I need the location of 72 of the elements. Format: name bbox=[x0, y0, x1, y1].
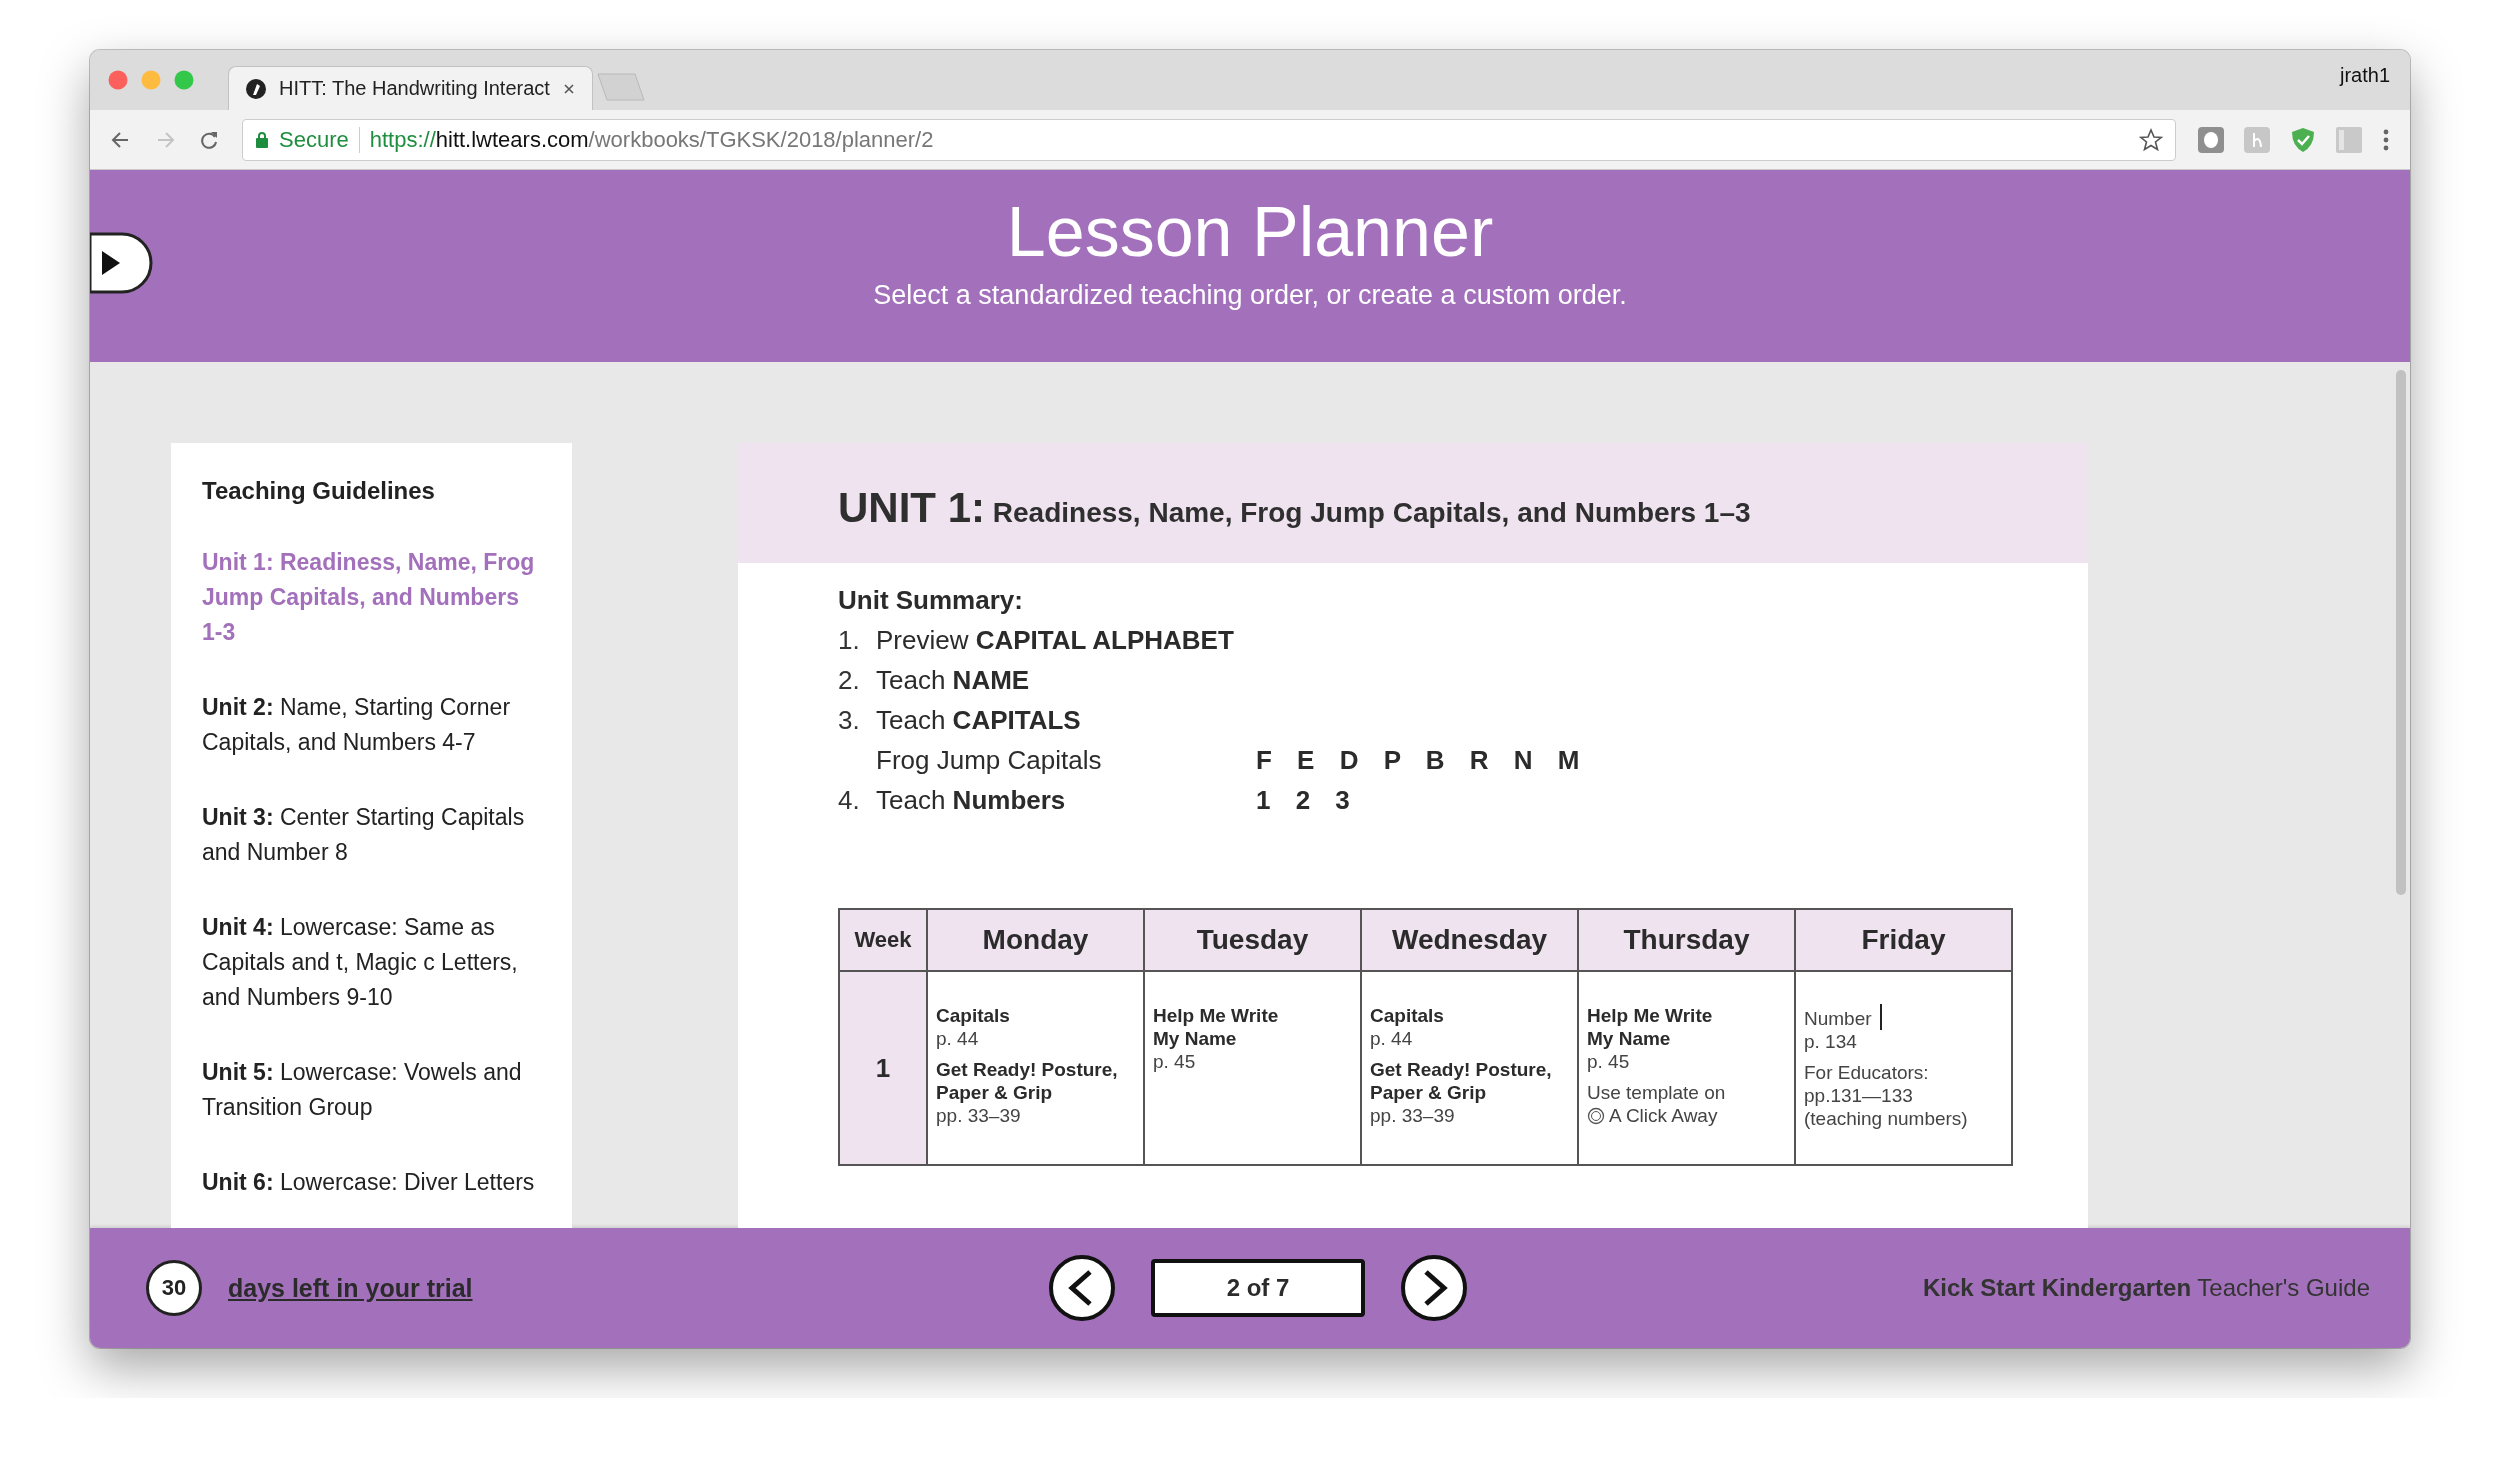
page-reference: p. 45 bbox=[1587, 1050, 1631, 1073]
trial-link[interactable]: days left in your trial bbox=[228, 1273, 473, 1303]
tab-title: HITT: The Handwriting Interact bbox=[279, 77, 550, 100]
lock-icon bbox=[255, 130, 269, 149]
input-text: Number bbox=[1804, 1007, 1872, 1030]
list-number: 3. bbox=[838, 704, 861, 737]
scrollbar[interactable] bbox=[2396, 370, 2406, 895]
sidebar-item[interactable]: Unit 1: Readiness, Name, Frog Jump Capitals, and Numbers 1-3 bbox=[202, 545, 541, 650]
browser-tab[interactable]: HITT: The Handwriting Interact bbox=[228, 66, 593, 110]
text-cursor bbox=[1879, 1004, 1882, 1030]
page-reference: p. 134 bbox=[1804, 1030, 1858, 1053]
summary-item: Teach Numbers bbox=[876, 784, 1067, 817]
window-control-icon[interactable] bbox=[174, 70, 194, 90]
page-reference: p. 45 bbox=[1153, 1050, 1197, 1073]
sidebar-item[interactable]: Unit 3: Center Starting Capitals and Number 8 bbox=[202, 800, 541, 870]
activity-title: Get Ready! Posture, Paper & Grip bbox=[1370, 1058, 1553, 1104]
note-text: Use template on bbox=[1587, 1081, 1727, 1104]
activity-title: Help Me Write My Name bbox=[1587, 1004, 1714, 1050]
sidebar-item[interactable]: Unit 2: Name, Starting Corner Capitals, and Numbers 4-7 bbox=[202, 690, 541, 760]
page-reference: pp. 33–39 bbox=[1370, 1104, 1456, 1127]
book-title: Kick Start Kindergarten Teacher's Guide bbox=[1922, 1274, 2370, 1302]
list-number: 2. bbox=[838, 664, 861, 697]
sidebar-title: Teaching Guidelines bbox=[202, 477, 436, 505]
page-reference: p. 44 bbox=[1370, 1027, 1414, 1050]
badge-icon bbox=[1587, 1106, 1605, 1125]
page-title: Lesson Planner bbox=[1006, 192, 1494, 273]
previous-button[interactable] bbox=[1047, 1254, 1117, 1322]
note-text: For Educators: pp.131—133 (teaching numbers) bbox=[1804, 1061, 1969, 1130]
sidebar-item[interactable]: Unit 5: Lowercase: Vowels and Transition Group bbox=[202, 1055, 541, 1125]
summary-subitem: Frog Jump Capitals bbox=[876, 744, 1103, 777]
profile-name[interactable]: jrath1 bbox=[2339, 64, 2390, 87]
url-text: https://hitt.lwtears.com/workbooks/TGKSK/2018/planner/2 bbox=[369, 126, 935, 153]
column-header: Friday bbox=[1795, 909, 2012, 971]
page-reference: p. 44 bbox=[936, 1027, 980, 1050]
window-control-icon[interactable] bbox=[108, 70, 128, 90]
activity-title: Capitals bbox=[936, 1004, 1011, 1027]
summary-title: Unit Summary: bbox=[838, 585, 1024, 616]
extension-icon[interactable] bbox=[2244, 126, 2270, 153]
summary-detail: 1 2 3 bbox=[1256, 784, 1351, 817]
close-icon[interactable] bbox=[561, 81, 576, 96]
days-counter: 30 bbox=[146, 1260, 202, 1316]
unit-title: UNIT 1: Readiness, Name, Frog Jump Capitals, and Numbers 1–3 bbox=[838, 483, 1751, 532]
activity-title: Get Ready! Posture, Paper & Grip bbox=[936, 1058, 1119, 1104]
address-bar[interactable]: Secure https://hitt.lwtears.com/workbooks/TGKSK/2018/planner/2 bbox=[242, 118, 2176, 161]
resource-link[interactable]: A Click Away bbox=[1609, 1104, 1718, 1127]
column-header: Week bbox=[839, 909, 927, 971]
summary-item: Teach CAPITALS bbox=[876, 704, 1082, 737]
column-header: Tuesday bbox=[1144, 909, 1361, 971]
summary-item: Preview CAPITAL ALPHABET bbox=[876, 624, 1235, 657]
menu-icon[interactable] bbox=[2382, 127, 2390, 152]
activity-title: Help Me Write My Name bbox=[1153, 1004, 1280, 1050]
column-header: Monday bbox=[927, 909, 1144, 971]
activity-title: Capitals bbox=[1370, 1004, 1445, 1027]
shield-icon[interactable] bbox=[2290, 126, 2316, 153]
play-button[interactable] bbox=[90, 232, 154, 294]
page-subtitle: Select a standardized teaching order, or create a custom order. bbox=[873, 280, 1627, 311]
extension-icon[interactable] bbox=[2198, 126, 2224, 153]
star-icon[interactable] bbox=[2139, 127, 2163, 152]
next-button[interactable] bbox=[1399, 1254, 1469, 1322]
sidebar-item[interactable]: Unit 6: Lowercase: Diver Letters bbox=[202, 1165, 541, 1200]
week-number: 1 bbox=[875, 1052, 891, 1083]
column-header: Wednesday bbox=[1361, 909, 1578, 971]
list-number: 1. bbox=[838, 624, 861, 657]
sidebar-item[interactable]: Unit 4: Lowercase: Same as Capitals and t, Magic c Letters, and Numbers 9-10 bbox=[202, 910, 541, 1015]
security-label: Secure bbox=[279, 126, 360, 153]
list-number: 4. bbox=[838, 784, 861, 817]
page-reference: pp. 33–39 bbox=[936, 1104, 1022, 1127]
site-logo-icon bbox=[245, 77, 267, 100]
page-indicator: 2 of 7 bbox=[1151, 1259, 1365, 1317]
summary-detail: F E D P B R N M bbox=[1256, 744, 1581, 777]
column-header: Thursday bbox=[1578, 909, 1795, 971]
summary-item: Teach NAME bbox=[876, 664, 1031, 697]
